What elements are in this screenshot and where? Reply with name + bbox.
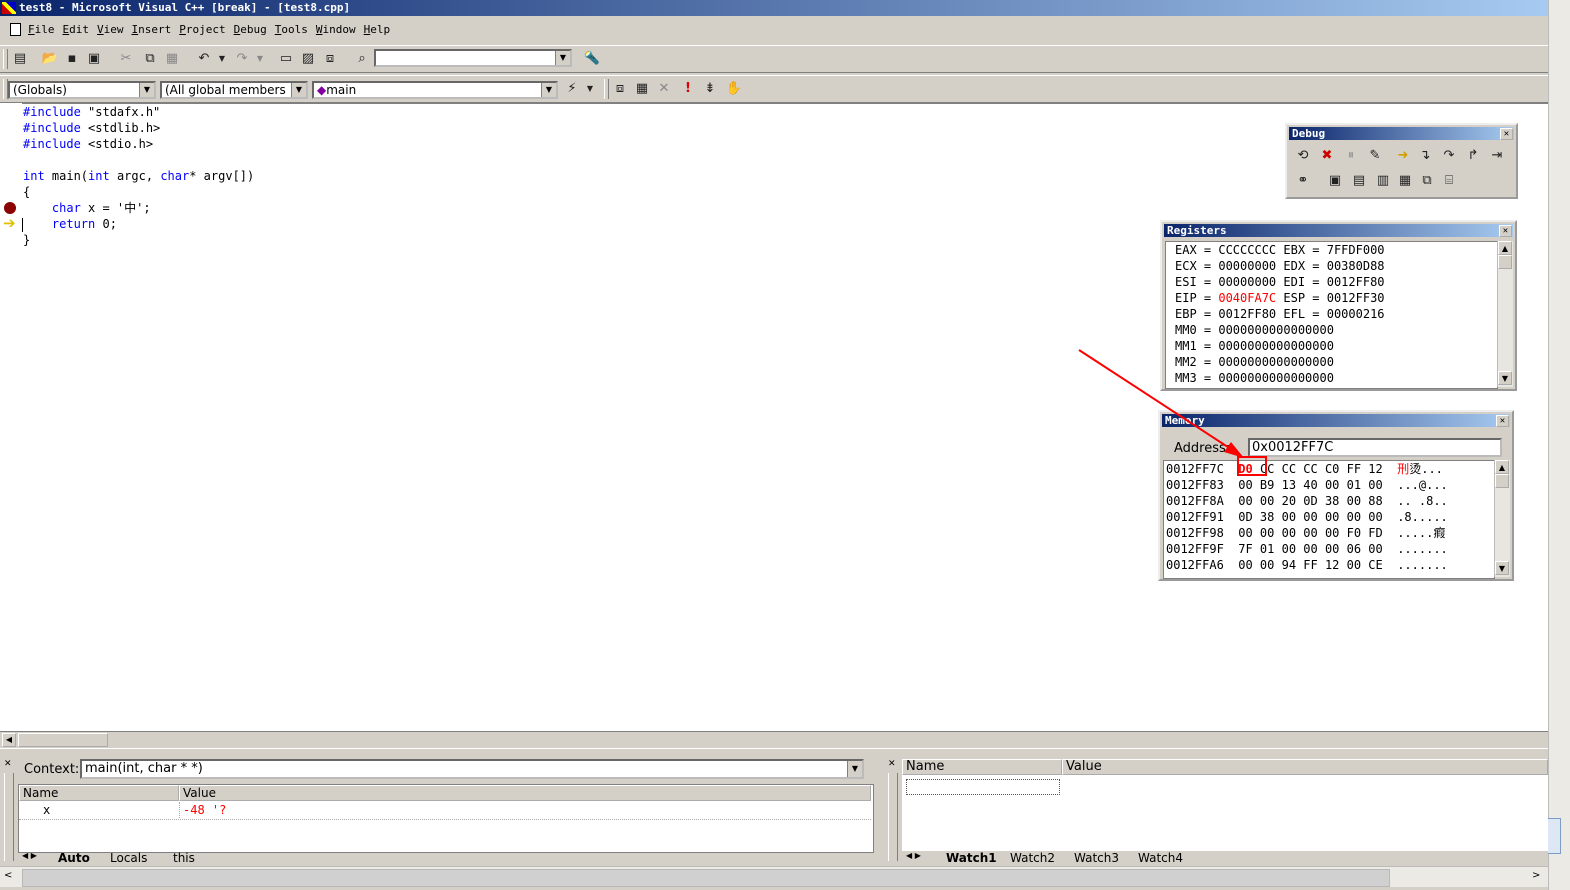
variables-pane: ✕ Context: main(int, char * *) ▼ Name Val… (0, 757, 884, 865)
close-icon[interactable]: ✕ (888, 759, 896, 769)
pane-grip[interactable] (4, 773, 14, 861)
variable-value: -48 '? (183, 803, 227, 817)
tab-watch1[interactable]: Watch1 (946, 851, 997, 865)
watch-tab-strip: ◀ ▶ Watch1 Watch2 Watch3 Watch4 (902, 851, 1548, 865)
new-watch-entry[interactable] (906, 779, 1060, 795)
close-icon[interactable]: ✕ (4, 759, 12, 769)
tab-this[interactable]: this (173, 851, 195, 865)
column-header-name[interactable]: Name (902, 759, 1062, 775)
tab-locals[interactable]: Locals (110, 851, 147, 865)
tab-scroll-icons[interactable]: ◀ ▶ (906, 851, 921, 860)
context-label: Context: (24, 762, 80, 777)
tab-auto[interactable]: Auto (58, 851, 90, 865)
tab-watch2[interactable]: Watch2 (1010, 851, 1055, 865)
column-header-value[interactable]: Value (179, 785, 871, 801)
chevron-down-icon[interactable]: ▼ (847, 761, 862, 777)
variables-tab-strip: ◀ ▶ Auto Locals this (18, 851, 872, 865)
column-divider (179, 802, 180, 818)
context-value: main(int, char * *) (85, 761, 203, 776)
tab-watch4[interactable]: Watch4 (1138, 851, 1183, 865)
pane-grip[interactable] (888, 773, 898, 861)
tab-watch3[interactable]: Watch3 (1074, 851, 1119, 865)
column-header-name[interactable]: Name (19, 785, 179, 801)
tab-scroll-icons[interactable]: ◀ ▶ (22, 851, 37, 860)
column-header-value[interactable]: Value (1062, 759, 1548, 775)
variable-name: x (43, 803, 51, 817)
context-combo[interactable]: main(int, char * *) ▼ (80, 759, 864, 779)
watch-pane: ✕ Name Value ◀ ▶ Watch1 Watch2 Watch3 Wa… (884, 757, 1548, 865)
table-row[interactable]: x -48 '? (19, 802, 871, 820)
